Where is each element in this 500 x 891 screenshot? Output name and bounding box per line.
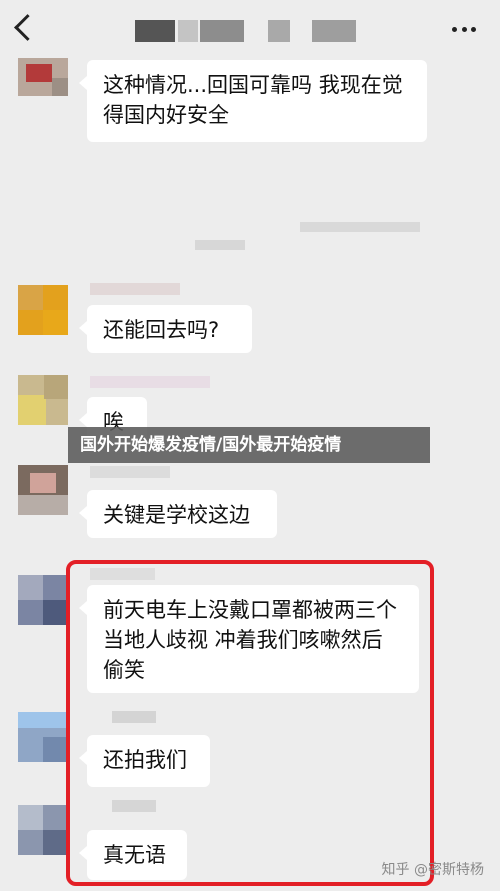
avatar[interactable] bbox=[18, 375, 68, 425]
chat-title-blur bbox=[200, 20, 244, 42]
chat-header bbox=[0, 0, 500, 60]
highlight-frame bbox=[66, 560, 434, 886]
sender-name-blur bbox=[90, 466, 170, 478]
message-text: 这种情况...回国可靠吗 我现在觉得国内好安全 bbox=[103, 73, 403, 127]
avatar[interactable] bbox=[18, 575, 68, 625]
sender-name-blur bbox=[90, 283, 180, 295]
avatar[interactable] bbox=[18, 805, 68, 855]
message-bubble: 这种情况...回国可靠吗 我现在觉得国内好安全 bbox=[79, 60, 427, 142]
avatar[interactable] bbox=[18, 465, 68, 515]
caption-banner: 国外开始爆发疫情/国外最开始疫情 bbox=[68, 427, 430, 463]
chevron-left-icon[interactable] bbox=[14, 14, 41, 41]
message-text: 还能回去吗? bbox=[103, 318, 220, 342]
avatar[interactable] bbox=[18, 285, 68, 335]
more-dots-icon[interactable] bbox=[452, 27, 476, 33]
sender-name-blur bbox=[90, 376, 210, 388]
message-text: 关键是学校这边 bbox=[103, 503, 250, 527]
chat-title-blur bbox=[178, 20, 198, 42]
chat-title bbox=[135, 20, 175, 42]
system-text-blur bbox=[195, 240, 245, 250]
chat-title-blur bbox=[312, 20, 356, 42]
message-bubble: 关键是学校这边 bbox=[79, 490, 277, 538]
system-text-blur bbox=[300, 222, 420, 232]
watermark: 知乎 @密斯特杨 bbox=[381, 862, 484, 878]
message-bubble: 还能回去吗? bbox=[79, 305, 252, 353]
avatar[interactable] bbox=[18, 712, 68, 762]
chat-title-blur bbox=[268, 20, 290, 42]
caption-text: 国外开始爆发疫情/国外最开始疫情 bbox=[80, 435, 342, 455]
avatar[interactable] bbox=[18, 58, 68, 96]
